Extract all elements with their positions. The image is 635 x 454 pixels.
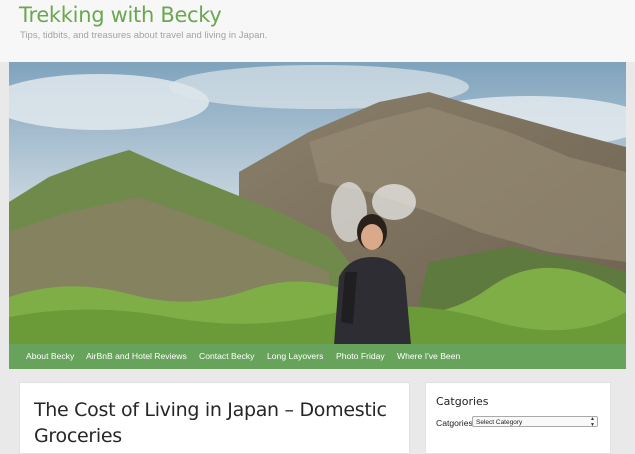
site-title[interactable]: Trekking with Becky <box>19 3 222 27</box>
category-select-value: Select Category <box>476 419 523 426</box>
post-card: The Cost of Living in Japan – Domestic G… <box>19 382 410 454</box>
widget-title: Catgories <box>436 395 489 408</box>
nav-item-where-ive-been[interactable]: Where I've Been <box>397 344 460 369</box>
category-select[interactable]: Select Category ▲ ▼ <box>472 416 598 427</box>
nav-item-contact-becky[interactable]: Contact Becky <box>199 344 254 369</box>
category-label: Catgories <box>436 418 473 428</box>
nav-item-long-layovers[interactable]: Long Layovers <box>267 344 323 369</box>
post-title[interactable]: The Cost of Living in Japan – Domestic G… <box>34 397 404 449</box>
site-tagline: Tips, tidbits, and treasures about trave… <box>20 30 268 41</box>
categories-widget: Catgories Catgories Select Category ▲ ▼ <box>425 382 611 454</box>
chevron-updown-icon: ▲ ▼ <box>590 416 595 428</box>
site-header: Trekking with Becky Tips, tidbits, and t… <box>0 0 635 62</box>
nav-item-about-becky[interactable]: About Becky <box>26 344 74 369</box>
header-photo <box>9 62 626 345</box>
nav-item-airbnb-hotel-reviews[interactable]: AirBnB and Hotel Reviews <box>86 344 187 369</box>
nav-item-photo-friday[interactable]: Photo Friday <box>336 344 385 369</box>
main-nav: About Becky AirBnB and Hotel Reviews Con… <box>9 344 626 369</box>
